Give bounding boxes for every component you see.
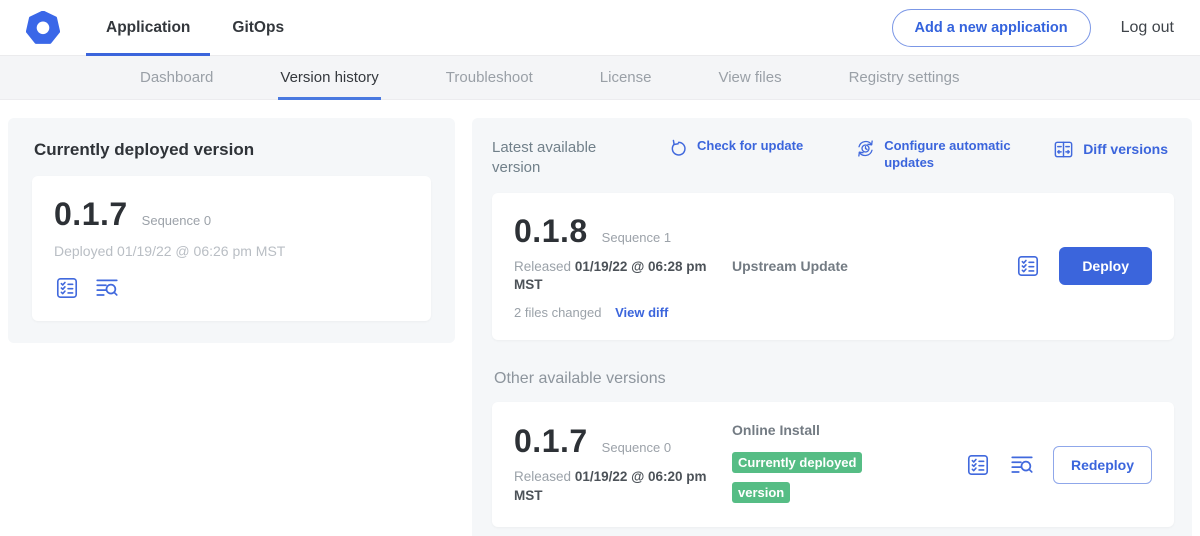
- deploy-button[interactable]: Deploy: [1059, 247, 1152, 285]
- available-versions-panel: Latest available version Check for updat…: [472, 118, 1192, 536]
- deploy-logs-icon[interactable]: [1009, 452, 1035, 478]
- version-card-018: 0.1.8 Sequence 1 Released 01/19/22 @ 06:…: [492, 193, 1174, 341]
- currently-deployed-panel: Currently deployed version 0.1.7 Sequenc…: [8, 118, 455, 343]
- deployed-date: Deployed 01/19/22 @ 06:26 pm MST: [54, 243, 409, 259]
- subnav-version-history[interactable]: Version history: [280, 56, 378, 100]
- subnav-dashboard[interactable]: Dashboard: [140, 56, 213, 100]
- version-source-label: Online Install: [732, 422, 965, 438]
- released-date: Released 01/19/22 @ 06:28 pm MST: [514, 258, 726, 296]
- sequence-label: Sequence 0: [602, 440, 671, 455]
- main-content: Currently deployed version 0.1.7 Sequenc…: [0, 100, 1200, 536]
- other-versions-title: Other available versions: [494, 370, 1174, 388]
- configure-automatic-updates-button[interactable]: Configure automatic updates: [855, 138, 1034, 172]
- preflight-checks-icon[interactable]: [965, 452, 991, 478]
- deployed-panel-title: Currently deployed version: [34, 140, 431, 160]
- diff-versions-button[interactable]: Diff versions: [1052, 138, 1168, 161]
- top-navbar: Application GitOps Add a new application…: [0, 0, 1200, 56]
- subnav-registry-settings[interactable]: Registry settings: [849, 56, 960, 100]
- logout-link[interactable]: Log out: [1121, 19, 1174, 37]
- redeploy-button[interactable]: Redeploy: [1053, 446, 1152, 484]
- version-number: 0.1.8: [514, 213, 588, 250]
- topbar-right: Add a new application Log out: [892, 9, 1174, 47]
- preflight-checks-icon[interactable]: [1015, 253, 1041, 279]
- view-diff-link[interactable]: View diff: [615, 305, 668, 320]
- deployed-version-card: 0.1.7 Sequence 0 Deployed 01/19/22 @ 06:…: [32, 176, 431, 321]
- version-source-label: Upstream Update: [732, 258, 1015, 274]
- check-for-update-button[interactable]: Check for update: [668, 138, 803, 159]
- latest-available-title: Latest available version: [492, 138, 622, 179]
- sequence-label: Sequence 1: [602, 230, 671, 245]
- deployed-sequence-label: Sequence 0: [142, 213, 211, 228]
- version-number: 0.1.7: [514, 423, 588, 460]
- files-changed-label: 2 files changed: [514, 305, 601, 320]
- deploy-logs-icon[interactable]: [94, 275, 120, 301]
- tab-application[interactable]: Application: [106, 0, 190, 56]
- deployed-version-number: 0.1.7: [54, 196, 128, 233]
- add-application-button[interactable]: Add a new application: [892, 9, 1091, 47]
- available-panel-header: Latest available version Check for updat…: [492, 138, 1174, 179]
- refresh-icon: [668, 138, 689, 159]
- subnav-view-files[interactable]: View files: [718, 56, 781, 100]
- subnav-troubleshoot[interactable]: Troubleshoot: [446, 56, 533, 100]
- currently-deployed-badge: Currently deployed version: [732, 452, 862, 503]
- app-logo-icon[interactable]: [26, 11, 60, 45]
- diff-icon: [1052, 138, 1075, 161]
- auto-update-clock-icon: [855, 138, 876, 159]
- top-tabs: Application GitOps: [106, 0, 326, 56]
- released-date: Released 01/19/22 @ 06:20 pm MST: [514, 468, 726, 506]
- tab-gitops[interactable]: GitOps: [232, 0, 284, 56]
- app-subnav: Dashboard Version history Troubleshoot L…: [0, 56, 1200, 100]
- subnav-license[interactable]: License: [600, 56, 652, 100]
- version-card-017: 0.1.7 Sequence 0 Released 01/19/22 @ 06:…: [492, 402, 1174, 527]
- preflight-checks-icon[interactable]: [54, 275, 80, 301]
